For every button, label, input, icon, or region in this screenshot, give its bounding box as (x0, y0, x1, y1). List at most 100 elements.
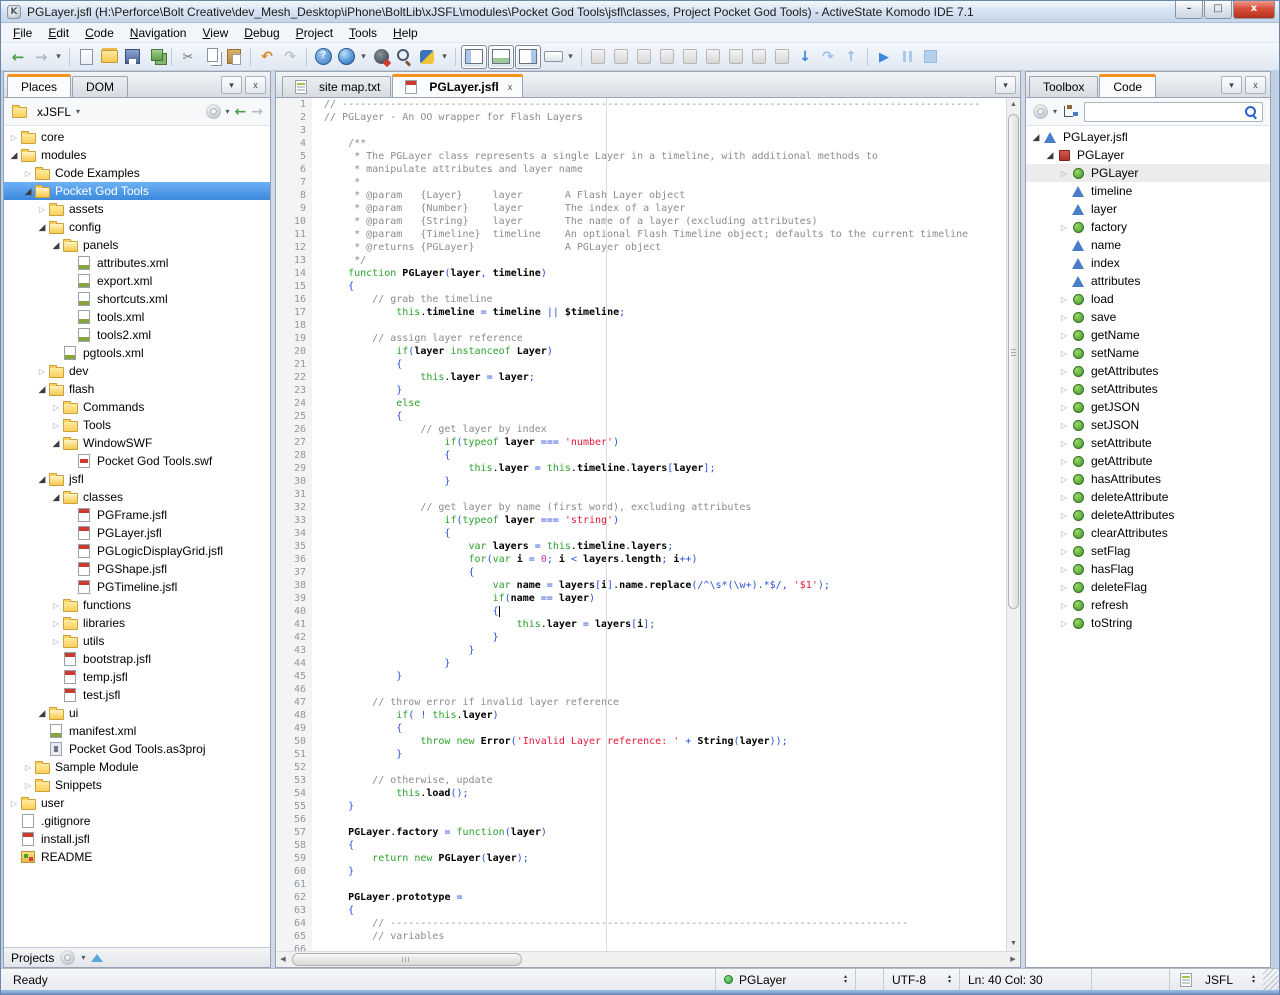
tree-item-pglogicdisplaygrid-jsfl[interactable]: PGLogicDisplayGrid.jsfl (4, 542, 270, 560)
tree-item-modules[interactable]: ◢modules (4, 146, 270, 164)
menu-code[interactable]: Code (77, 24, 122, 42)
expand-arrow-icon[interactable]: ▷ (1058, 619, 1070, 628)
ui-layout-button[interactable] (542, 46, 564, 68)
tree-item-factory[interactable]: ▷factory (1026, 218, 1270, 236)
expand-arrow-icon[interactable]: ▷ (1058, 349, 1070, 358)
code-line[interactable]: 53 // otherwise, update (276, 774, 1006, 787)
tree-item-panels[interactable]: ◢panels (4, 236, 270, 254)
places-root-selector[interactable]: xJSFL (37, 105, 71, 119)
expand-arrow-icon[interactable]: ▷ (22, 763, 34, 772)
code-line[interactable]: 56 (276, 813, 1006, 826)
code-line[interactable]: 35 var layers = this.timeline.layers; (276, 540, 1006, 553)
new-file-button[interactable] (75, 46, 97, 68)
forward-button[interactable] (30, 46, 52, 68)
expand-arrow-icon[interactable]: ▷ (1058, 511, 1070, 520)
expand-arrow-icon[interactable]: ▷ (1058, 367, 1070, 376)
code-line[interactable]: 48 if( ! this.layer) (276, 709, 1006, 722)
scroll-up-icon[interactable]: ▲ (1007, 98, 1020, 112)
symbol-search-input[interactable] (1089, 106, 1244, 118)
expand-arrow-icon[interactable]: ▷ (50, 601, 62, 610)
menu-project[interactable]: Project (288, 24, 341, 42)
code-line[interactable]: 24 else (276, 397, 1006, 410)
code-line[interactable]: 3 (276, 124, 1006, 137)
help-button[interactable] (312, 46, 334, 68)
tree-item-shortcuts-xml[interactable]: shortcuts.xml (4, 290, 270, 308)
code-line[interactable]: 32 // get layer by name (first word), ex… (276, 501, 1006, 514)
expand-arrow-icon[interactable]: ▷ (50, 421, 62, 430)
code-line[interactable]: 30 } (276, 475, 1006, 488)
tree-item-deleteattributes[interactable]: ▷deleteAttributes (1026, 506, 1270, 524)
tree-item-install-jsfl[interactable]: install.jsfl (4, 830, 270, 848)
expand-arrow-icon[interactable]: ▷ (1058, 385, 1070, 394)
code-line[interactable]: 52 (276, 761, 1006, 774)
expand-arrow-icon[interactable]: ▷ (50, 403, 62, 412)
find-button[interactable] (393, 46, 415, 68)
debug-button-8-icon[interactable] (748, 46, 770, 68)
expand-arrow-icon[interactable]: ▷ (1058, 421, 1070, 430)
tree-item-flash[interactable]: ◢flash (4, 380, 270, 398)
collapse-arrow-icon[interactable]: ◢ (50, 240, 62, 251)
tree-item-save[interactable]: ▷save (1026, 308, 1270, 326)
expand-arrow-icon[interactable]: ▷ (50, 637, 62, 646)
tree-item-hasattributes[interactable]: ▷hasAttributes (1026, 470, 1270, 488)
menu-help[interactable]: Help (385, 24, 426, 42)
expand-arrow-icon[interactable]: ▷ (1058, 457, 1070, 466)
gear-icon[interactable] (206, 104, 221, 119)
places-pane-close-icon[interactable]: x (245, 76, 266, 94)
tree-item-setflag[interactable]: ▷setFlag (1026, 542, 1270, 560)
save-all-button[interactable] (144, 46, 166, 68)
undo-button[interactable] (256, 46, 278, 68)
code-line[interactable]: 19 // assign layer reference (276, 332, 1006, 345)
browser-preview-button[interactable] (335, 46, 357, 68)
code-line[interactable]: 22 this.layer = layer; (276, 371, 1006, 384)
code-line[interactable]: 15 { (276, 280, 1006, 293)
toggle-left-pane-button[interactable] (461, 45, 487, 69)
shell-dropdown-icon[interactable] (439, 46, 450, 68)
expand-arrow-icon[interactable]: ▷ (1058, 295, 1070, 304)
step-in-button[interactable] (794, 46, 816, 68)
projects-bar[interactable]: Projects ▾ (4, 947, 270, 967)
tree-item-deleteattribute[interactable]: ▷deleteAttribute (1026, 488, 1270, 506)
collapse-arrow-icon[interactable]: ◢ (36, 384, 48, 395)
vertical-scroll-thumb[interactable] (1008, 114, 1019, 609)
tab-dom[interactable]: DOM (72, 76, 128, 97)
menu-navigation[interactable]: Navigation (122, 24, 195, 42)
code-line[interactable]: 41 this.layer = layers[i]; (276, 618, 1006, 631)
code-line[interactable]: 34 { (276, 527, 1006, 540)
code-line[interactable]: 27 if(typeof layer === 'number') (276, 436, 1006, 449)
code-line[interactable]: 45 } (276, 670, 1006, 683)
tree-item-core[interactable]: ▷core (4, 128, 270, 146)
debug-button-9-icon[interactable] (771, 46, 793, 68)
close-button[interactable]: x (1233, 1, 1275, 19)
places-root-dropdown-icon[interactable]: ▾ (76, 107, 80, 116)
locate-symbol-icon[interactable] (1062, 104, 1079, 119)
menu-view[interactable]: View (194, 24, 236, 42)
gear-dropdown-icon[interactable]: ▾ (226, 107, 230, 116)
tree-item-pglayer-jsfl[interactable]: ◢PGLayer.jsfl (1026, 128, 1270, 146)
tree-item-setattribute[interactable]: ▷setAttribute (1026, 434, 1270, 452)
expand-arrow-icon[interactable]: ▷ (1058, 529, 1070, 538)
code-line[interactable]: 36 for(var i = 0; i < layers.length; i++… (276, 553, 1006, 566)
code-line[interactable]: 8 * @param {Layer} layer A Flash Layer o… (276, 189, 1006, 202)
code-line[interactable]: 42 } (276, 631, 1006, 644)
code-line[interactable]: 59 return new PGLayer(layer); (276, 852, 1006, 865)
tab-toolbox[interactable]: Toolbox (1029, 76, 1098, 97)
tree-item-clearattributes[interactable]: ▷clearAttributes (1026, 524, 1270, 542)
tree-item-snippets[interactable]: ▷Snippets (4, 776, 270, 794)
code-line[interactable]: 43 } (276, 644, 1006, 657)
maximize-button[interactable]: □ (1204, 1, 1232, 19)
code-line[interactable]: 44 } (276, 657, 1006, 670)
code-line[interactable]: 64 // ----------------------------------… (276, 917, 1006, 930)
tree-item-readme[interactable]: README (4, 848, 270, 866)
title-bar[interactable]: K PGLayer.jsfl (H:\Perforce\Bolt Creativ… (1, 1, 1279, 23)
code-line[interactable]: 7 * (276, 176, 1006, 189)
step-out-button[interactable] (840, 46, 862, 68)
code-line[interactable]: 31 (276, 488, 1006, 501)
tree-item-setattributes[interactable]: ▷setAttributes (1026, 380, 1270, 398)
tree-item-attributes-xml[interactable]: attributes.xml (4, 254, 270, 272)
tree-item-layer[interactable]: layer (1026, 200, 1270, 218)
tree-item-tools[interactable]: ▷Tools (4, 416, 270, 434)
expand-arrow-icon[interactable]: ▷ (1058, 601, 1070, 610)
tree-item-pgtools-xml[interactable]: pgtools.xml (4, 344, 270, 362)
status-language[interactable]: JSFL ▴▾ (1169, 969, 1263, 990)
